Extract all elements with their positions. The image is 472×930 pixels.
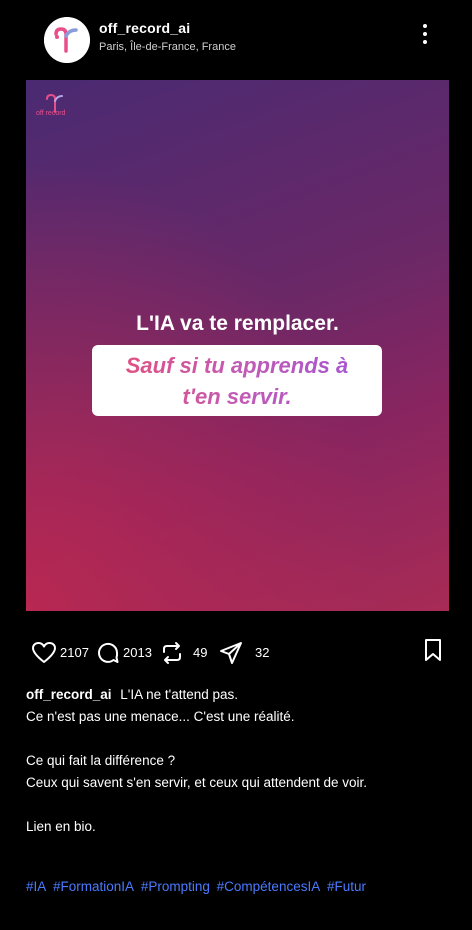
avatar[interactable] xyxy=(44,17,90,63)
like-count[interactable]: 2107 xyxy=(60,645,89,660)
share-count[interactable]: 32 xyxy=(255,645,269,660)
caption-line-2: Ce n'est pas une menace... C'est une réa… xyxy=(26,709,295,724)
off-record-logo-icon xyxy=(44,17,90,63)
comment-icon[interactable] xyxy=(96,641,120,665)
profile-username[interactable]: off_record_ai xyxy=(99,20,190,36)
more-options-icon[interactable] xyxy=(420,24,430,48)
hashtag-link[interactable]: #CompétencesIA xyxy=(217,879,321,894)
caption-line-5: Lien en bio. xyxy=(26,819,96,834)
post-caption: off_record_ai L'IA ne t'attend pas. Ce n… xyxy=(26,684,456,838)
post-location[interactable]: Paris, Île-de-France, France xyxy=(99,41,236,53)
caption-line-4: Ceux qui savent s'en servir, et ceux qui… xyxy=(26,775,368,790)
hashtag-link[interactable]: #Futur xyxy=(327,879,366,894)
repost-count[interactable]: 49 xyxy=(193,645,207,660)
post-image[interactable]: off record L'IA va te remplacer. Sauf si… xyxy=(26,80,449,611)
post-header: off_record_ai Paris, Île-de-France, Fran… xyxy=(0,0,472,80)
callout-line-1: Sauf si tu apprends à xyxy=(92,350,382,381)
caption-line-3: Ce qui fait la différence ? xyxy=(26,753,176,768)
hashtag-link[interactable]: #Prompting xyxy=(141,879,210,894)
post-headline: L'IA va te remplacer. xyxy=(136,312,339,335)
heart-icon[interactable] xyxy=(31,641,57,665)
hashtag-link[interactable]: #FormationIA xyxy=(53,879,134,894)
action-bar: 2107 2013 49 32 xyxy=(0,635,472,671)
comment-count[interactable]: 2013 xyxy=(123,645,152,660)
hashtags: #IA #FormationIA #Prompting #Compétences… xyxy=(26,879,369,894)
callout-line-2: t'en servir. xyxy=(92,381,382,412)
brand-logo-text: off record xyxy=(36,110,66,117)
bookmark-icon[interactable] xyxy=(422,638,444,662)
hashtag-link[interactable]: #IA xyxy=(26,879,46,894)
share-icon[interactable] xyxy=(219,641,243,665)
caption-line-1: L'IA ne t'attend pas. xyxy=(120,687,239,702)
repost-icon[interactable] xyxy=(160,641,184,665)
caption-username[interactable]: off_record_ai xyxy=(26,687,112,702)
post-callout: Sauf si tu apprends à t'en servir. xyxy=(92,345,382,416)
